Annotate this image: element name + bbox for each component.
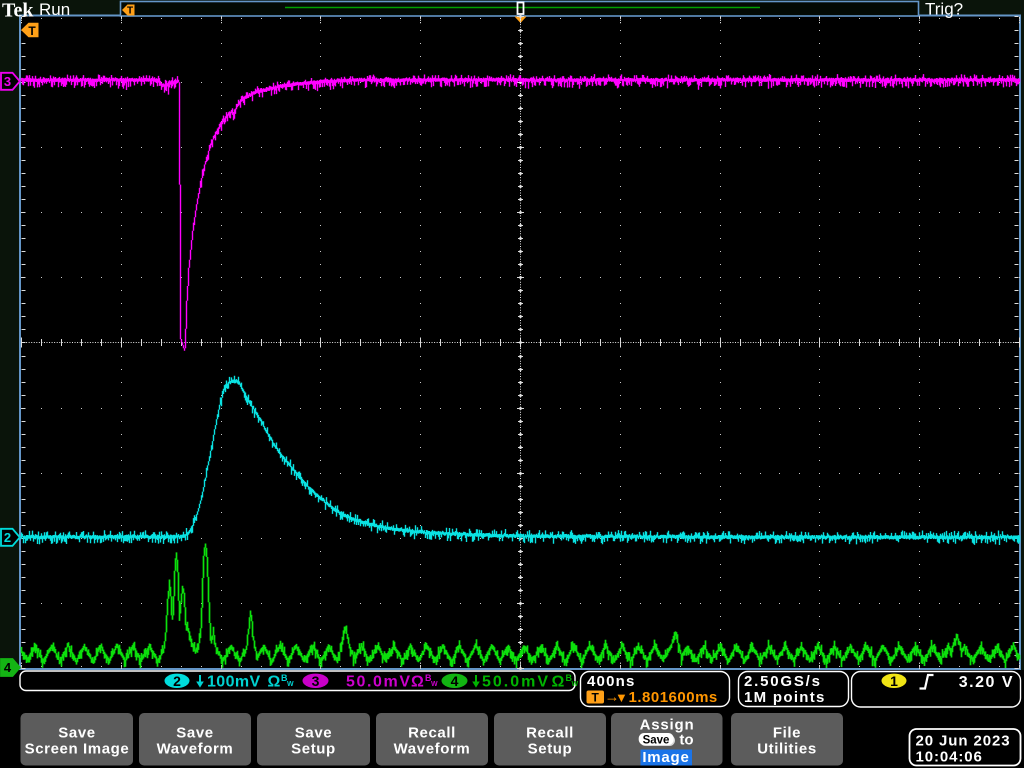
svg-text:Ω: Ω (411, 674, 424, 691)
svg-text:Setup: Setup (291, 741, 336, 758)
svg-text:1.801600ms: 1.801600ms (629, 689, 718, 706)
svg-text:4: 4 (4, 660, 12, 675)
svg-text:Trig?: Trig? (925, 0, 963, 19)
svg-text:Setup: Setup (528, 741, 573, 758)
svg-text:20 Jun 2023: 20 Jun 2023 (916, 733, 1011, 750)
svg-text:Save: Save (176, 725, 213, 742)
svg-text:W: W (572, 681, 579, 688)
svg-text:W: W (287, 681, 294, 688)
svg-text:Save: Save (58, 725, 95, 742)
svg-text:3.20 V: 3.20 V (959, 674, 1014, 691)
svg-text:3: 3 (312, 673, 320, 689)
svg-text:3: 3 (4, 74, 11, 89)
svg-text:4: 4 (451, 673, 459, 689)
svg-text:W: W (431, 681, 438, 688)
svg-text:400ns: 400ns (587, 673, 636, 690)
svg-text:Screen Image: Screen Image (25, 741, 130, 758)
svg-text:1: 1 (890, 673, 898, 689)
svg-text:1M points: 1M points (744, 689, 826, 706)
svg-text:100mV: 100mV (207, 674, 261, 691)
svg-text:Ω: Ω (552, 674, 565, 691)
svg-text:Waveform: Waveform (394, 741, 471, 758)
svg-text:T: T (592, 690, 600, 704)
svg-text:Save: Save (295, 725, 332, 742)
svg-text:Recall: Recall (408, 725, 456, 742)
svg-text:to: to (679, 732, 693, 749)
svg-text:Recall: Recall (526, 725, 574, 742)
svg-text:Run: Run (39, 0, 70, 19)
svg-text:Image: Image (642, 749, 689, 766)
svg-text:Utilities: Utilities (757, 741, 817, 758)
svg-text:T: T (28, 24, 36, 38)
svg-text:Save: Save (643, 734, 670, 746)
svg-text:2: 2 (4, 530, 11, 545)
svg-text:Waveform: Waveform (157, 741, 234, 758)
svg-text:2.50GS/s: 2.50GS/s (744, 673, 822, 690)
svg-text:T: T (127, 6, 133, 17)
svg-text:File: File (773, 725, 801, 742)
svg-text:▼: ▼ (615, 690, 628, 705)
svg-text:50.0mV: 50.0mV (482, 674, 550, 691)
svg-text:Tek: Tek (2, 0, 34, 22)
svg-text:Ω: Ω (268, 674, 281, 691)
svg-text:2: 2 (173, 673, 181, 689)
svg-text:10:04:06: 10:04:06 (916, 749, 983, 766)
svg-text:50.0mV: 50.0mV (346, 674, 412, 691)
